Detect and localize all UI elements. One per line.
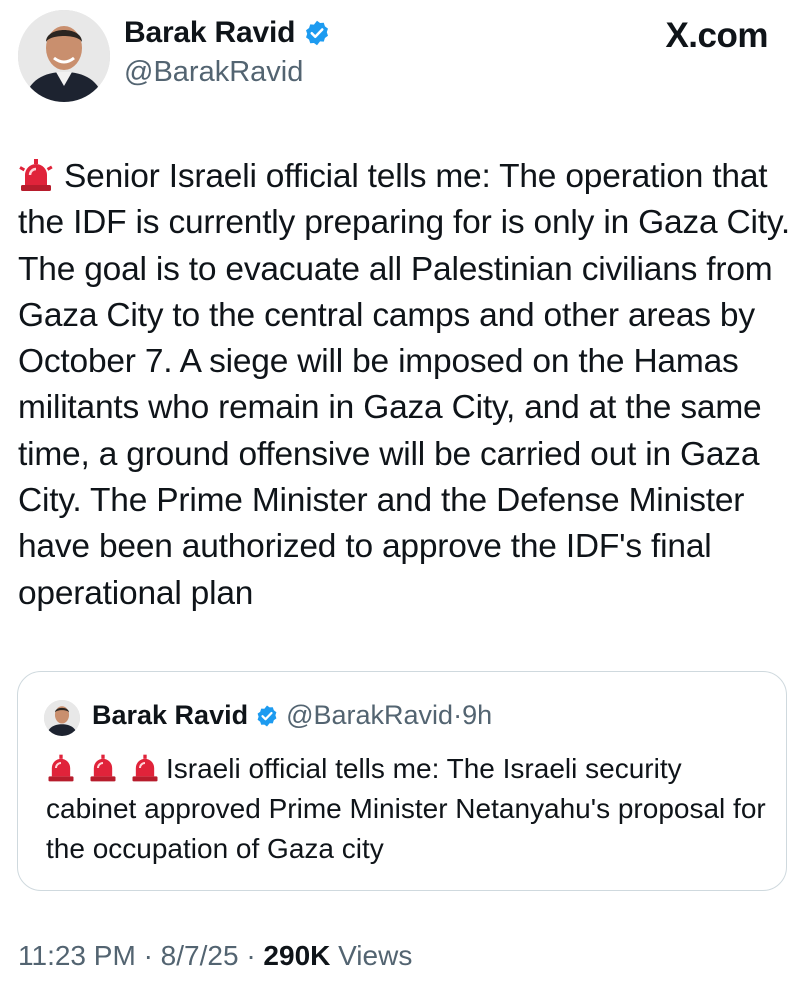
author-handle[interactable]: @BarakRavid — [124, 56, 303, 89]
footer-separator: · — [246, 940, 256, 971]
rotating-light-icon — [18, 157, 54, 193]
quoted-author-name[interactable]: Barak Ravid — [92, 700, 248, 731]
views-count[interactable]: 290K — [263, 940, 330, 971]
footer-separator: · — [143, 940, 153, 971]
author-name-row: Barak Ravid — [124, 16, 331, 50]
x-brand-logo: X.com — [665, 16, 768, 55]
quoted-tweet-card[interactable]: Barak Ravid @BarakRavid·9h Israeli offic… — [17, 671, 787, 891]
verified-badge-icon — [303, 19, 331, 47]
views-label: Views — [338, 940, 413, 971]
verified-badge-icon — [255, 704, 279, 728]
quoted-author-handle[interactable]: @BarakRavid — [286, 700, 453, 730]
quoted-author-avatar[interactable] — [44, 700, 80, 736]
tweet-footer: 11:23 PM · 8/7/25 · 290K Views — [18, 940, 412, 972]
tweet-text: Senior Israeli official tells me: The op… — [18, 154, 793, 617]
tweet-time[interactable]: 11:23 PM — [18, 940, 136, 971]
quoted-separator: · — [453, 700, 463, 730]
rotating-light-icon — [88, 753, 118, 783]
tweet-date[interactable]: 8/7/25 — [161, 940, 239, 971]
author-avatar[interactable] — [18, 10, 110, 102]
quoted-time[interactable]: 9h — [462, 700, 492, 730]
tweet-body: Senior Israeli official tells me: The op… — [18, 158, 790, 612]
quoted-tweet-header: Barak Ravid @BarakRavid·9h — [92, 700, 492, 731]
rotating-light-icon — [130, 753, 160, 783]
quoted-tweet-text: Israeli official tells me: The Israeli s… — [46, 749, 766, 869]
author-name[interactable]: Barak Ravid — [124, 16, 295, 50]
rotating-light-icon — [46, 753, 76, 783]
